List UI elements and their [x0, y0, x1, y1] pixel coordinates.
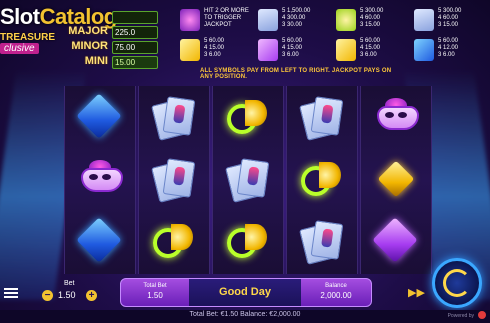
autoplay-icon[interactable]: ▶▶ [408, 286, 426, 300]
bet-value: 1.50 [58, 290, 76, 300]
blue-gem-symbol-icon [414, 39, 434, 61]
jester-card-icon [225, 158, 270, 203]
exclusive-ribbon: clusive [0, 43, 39, 54]
logo-title: TREASURE [0, 32, 56, 43]
paytable-horn: 5 300.00 4 60.00 3 15.00 [336, 8, 408, 36]
reel-3 [212, 86, 284, 274]
jester-card-icon [299, 220, 344, 265]
jester-card-icon [299, 96, 344, 141]
symbol-blue-gem [65, 210, 135, 272]
paytable-joker-card: 5 300.00 4 60.00 3 15.00 [414, 8, 486, 36]
mask-icon [75, 160, 125, 196]
jackpot-grand [64, 10, 158, 24]
symbol-mask [65, 148, 135, 210]
horn-icon [227, 224, 269, 258]
jackpot-major: MAJOR 225.0 [64, 25, 158, 39]
symbol-horn [287, 148, 357, 210]
paytable: HIT 2 OR MORE TO TRIGGER JACKPOT 5 1,500… [176, 8, 488, 76]
jester-card-icon [151, 96, 196, 141]
purple-gem-symbol-icon [258, 39, 278, 61]
yellow-gem-icon [377, 160, 415, 198]
jester-card-symbol-icon [258, 9, 278, 31]
spin-arrow-icon [443, 269, 471, 297]
symbol-horn [213, 86, 283, 148]
symbol-horn [139, 210, 209, 272]
total-bet-box: Total Bet 1.50 [143, 283, 167, 300]
paytable-blue-gem: 5 60.00 4 12.00 3 6.00 [414, 38, 486, 66]
paytable-yellow-gem-b: 5 60.00 4 15.00 3 6.00 [336, 38, 408, 66]
jester-card-icon [151, 158, 196, 203]
reels-area[interactable] [64, 86, 432, 274]
reel-2 [138, 86, 210, 274]
yellow-gem-symbol-icon [336, 39, 356, 61]
symbol-yellow-gem [361, 148, 431, 210]
symbol-horn [213, 210, 283, 272]
mask-icon [371, 98, 421, 134]
game-stage: SlotCatalog TREASURE clusive .com MAJOR … [0, 0, 490, 323]
menu-icon[interactable] [4, 288, 18, 298]
bet-selector: Bet − 1.50 + [38, 278, 100, 308]
bet-increase-button[interactable]: + [86, 290, 97, 301]
powered-by-text: Powered by [447, 313, 474, 319]
footer: Total Bet: €1.50 Balance: €2,000.00 Powe… [0, 310, 490, 323]
balance-box: Balance 2,000.00 [320, 283, 352, 300]
symbol-mask [361, 86, 431, 148]
symbol-purple-gem [361, 210, 431, 272]
close-icon[interactable] [478, 311, 486, 319]
symbol-jester-card [213, 148, 283, 210]
horn-icon [153, 224, 195, 258]
paytable-jester-card: 5 1,500.00 4 300.00 3 30.00 [258, 8, 330, 36]
symbol-jester-card [287, 86, 357, 148]
symbol-jester-card [287, 210, 357, 272]
footer-summary: Total Bet: €1.50 Balance: €2,000.00 [189, 311, 301, 318]
horn-symbol-icon [336, 9, 356, 31]
mask-symbol-icon [180, 9, 200, 31]
status-message: Good Day [189, 279, 301, 306]
joker-card-symbol-icon [414, 9, 434, 31]
paytable-yellow-gem-a: 5 60.00 4 15.00 3 6.00 [180, 38, 252, 66]
reel-4 [286, 86, 358, 274]
jackpot-panel: MAJOR 225.0 MINOR 75.00 MINI 15.00 [64, 10, 158, 70]
jackpot-minor: MINOR 75.00 [64, 40, 158, 54]
blue-gem-icon [76, 93, 122, 139]
paytable-purple-gem: 5 60.00 4 15.00 3 6.00 [258, 38, 330, 66]
spin-button[interactable] [432, 258, 482, 308]
bet-decrease-button[interactable]: − [42, 290, 53, 301]
paytable-rule-text: ALL SYMBOLS PAY FROM LEFT TO RIGHT. JACK… [200, 68, 392, 80]
reel-5 [360, 86, 432, 274]
horn-icon [227, 100, 269, 134]
symbol-blue-gem [65, 86, 135, 148]
symbol-jester-card [139, 148, 209, 210]
paytable-mask: HIT 2 OR MORE TO TRIGGER JACKPOT [180, 8, 252, 36]
symbol-jester-card [139, 86, 209, 148]
yellow-gem-symbol-icon [180, 39, 200, 61]
bet-label: Bet [64, 280, 75, 287]
reel-1 [64, 86, 136, 274]
blue-gem-icon [76, 217, 122, 263]
info-panel: Total Bet 1.50 Good Day Balance 2,000.00 [120, 278, 372, 307]
horn-icon [301, 162, 343, 196]
jackpot-mini: MINI 15.00 [64, 55, 158, 69]
purple-gem-icon [372, 217, 418, 263]
